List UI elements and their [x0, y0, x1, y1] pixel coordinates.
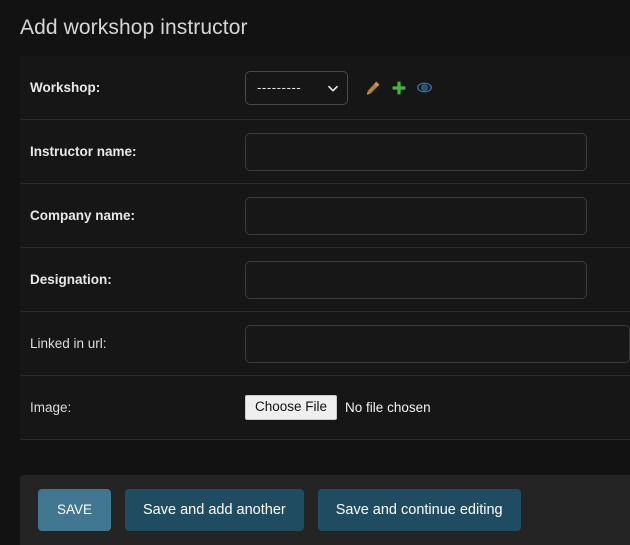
label-company-name: Company name: — [30, 208, 136, 223]
choose-file-button[interactable]: Choose File — [245, 394, 338, 421]
label-image: Image: — [30, 400, 72, 415]
chevron-down-icon — [327, 82, 338, 93]
designation-input[interactable] — [245, 260, 587, 299]
workshop-select[interactable]: --------- — [245, 70, 348, 105]
label-linkedin-url: Linked in url: — [30, 336, 107, 351]
admin-change-form-page: Add workshop instructor Workshop: ------… — [0, 0, 630, 545]
save-and-add-another-button[interactable]: Save and add another — [125, 489, 304, 531]
file-status-text: No file chosen — [345, 400, 431, 415]
instructor-name-input[interactable] — [245, 132, 587, 171]
field-image: Choose File No file chosen — [245, 394, 630, 421]
field-company-name — [245, 196, 630, 235]
field-workshop: --------- — [245, 70, 630, 105]
submit-row: SAVE Save and add another Save and conti… — [20, 475, 630, 545]
save-button[interactable]: SAVE — [38, 489, 112, 531]
related-widget-wrapper — [364, 79, 433, 96]
workshop-select-value: --------- — [257, 80, 302, 95]
company-name-input[interactable] — [245, 196, 587, 235]
page-title: Add workshop instructor — [20, 16, 248, 40]
label-workshop: Workshop: — [30, 80, 101, 95]
image-file-input[interactable]: Choose File No file chosen — [245, 394, 431, 421]
change-related-icon[interactable] — [364, 79, 381, 96]
form-row-designation: Designation: — [20, 248, 630, 312]
form-row-linkedin-url: Linked in url: — [20, 312, 630, 376]
linkedin-url-input[interactable] — [245, 324, 630, 363]
form-row-image: Image: Choose File No file chosen — [20, 376, 630, 440]
view-related-icon[interactable] — [416, 79, 433, 96]
instructor-form: Workshop: --------- Instructor name: Com… — [20, 56, 630, 440]
form-fieldset: Workshop: --------- Instructor name: Com… — [20, 56, 630, 440]
form-row-instructor-name: Instructor name: — [20, 120, 630, 184]
field-linkedin-url — [245, 324, 630, 363]
add-related-icon[interactable] — [390, 79, 407, 96]
form-row-workshop: Workshop: --------- — [20, 56, 630, 120]
label-designation: Designation: — [30, 272, 112, 287]
form-row-company-name: Company name: — [20, 184, 630, 248]
save-and-continue-editing-button[interactable]: Save and continue editing — [317, 489, 521, 531]
field-designation — [245, 260, 630, 299]
label-instructor-name: Instructor name: — [30, 144, 137, 159]
field-instructor-name — [245, 132, 630, 171]
